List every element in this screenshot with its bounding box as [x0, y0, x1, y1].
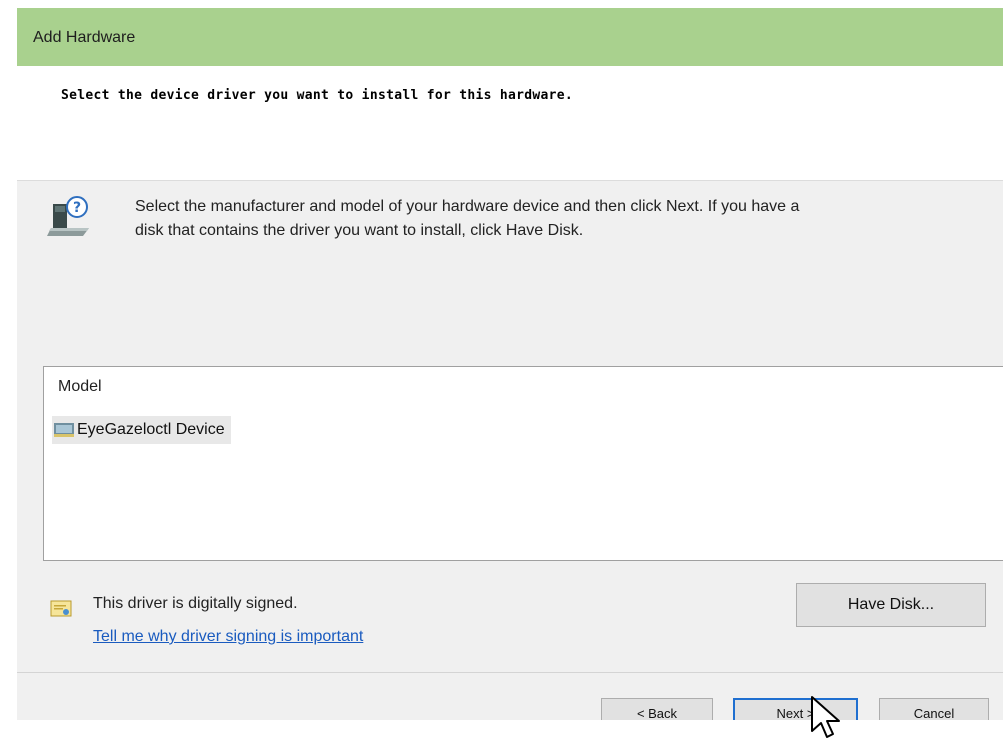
model-column-header: Model [58, 378, 102, 395]
back-button[interactable]: < Back [601, 698, 713, 720]
device-icon [54, 423, 74, 437]
title-bar: Add Hardware [17, 8, 1003, 66]
cancel-button[interactable]: Cancel [879, 698, 989, 720]
add-hardware-dialog: Add Hardware Select the device driver yo… [17, 8, 1003, 720]
signing-status: This driver is digitally signed. [93, 595, 298, 612]
list-item-label: EyeGazeloctl Device [77, 421, 225, 438]
wizard-header: Select the device driver you want to ins… [17, 66, 1003, 181]
instructions-line-1: Select the manufacturer and model of you… [135, 198, 800, 215]
window-title: Add Hardware [33, 29, 136, 46]
model-listbox[interactable]: Model EyeGazeloctl Device [43, 366, 1003, 561]
certificate-icon [50, 600, 72, 617]
svg-text:?: ? [73, 200, 81, 216]
hardware-question-icon: ? [47, 196, 89, 236]
mouse-cursor-icon [811, 696, 840, 738]
page-heading: Select the device driver you want to ins… [61, 88, 573, 103]
have-disk-button[interactable]: Have Disk... [796, 583, 986, 627]
footer-divider [17, 672, 1003, 673]
instructions: Select the manufacturer and model of you… [135, 195, 1003, 243]
list-item[interactable]: EyeGazeloctl Device [52, 416, 231, 444]
instructions-line-2: disk that contains the driver you want t… [135, 222, 584, 239]
driver-signing-link[interactable]: Tell me why driver signing is important [93, 628, 363, 646]
